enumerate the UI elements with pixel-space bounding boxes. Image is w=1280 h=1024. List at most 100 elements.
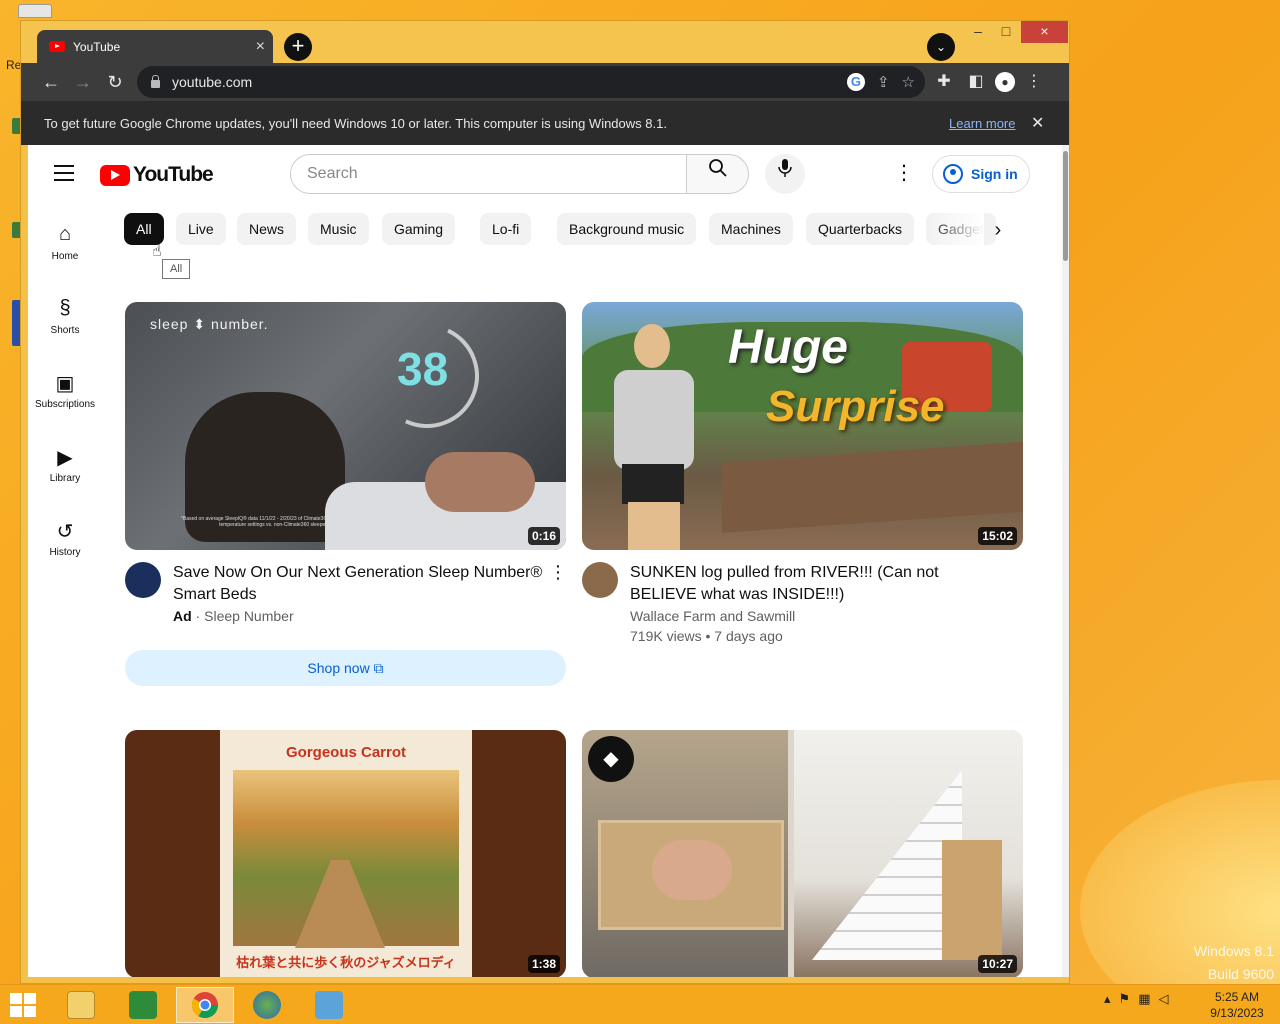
- infobar-close-icon[interactable]: ✕: [1031, 113, 1044, 133]
- scrollbar-thumb[interactable]: [1063, 151, 1068, 261]
- start-button[interactable]: [10, 993, 38, 1019]
- guide-label: Subscriptions: [34, 399, 96, 410]
- taskbar: ▴ ⚑ ▦ ◁ 5:25 AM 9/13/2023: [0, 984, 1280, 1024]
- video-thumbnail[interactable]: Gorgeous Carrot 枯れ葉と共に歩く秋のジャズメロディ 1:38: [125, 730, 566, 977]
- page-scrollbar[interactable]: [1062, 145, 1069, 977]
- browser-toolbar: ← → ↻ youtube.com G ⇪ ☆ ✚ ◧ ● ⋮: [21, 63, 1069, 101]
- video-thumbnail[interactable]: Huge Surprise 15:02: [582, 302, 1023, 550]
- chip-lofi[interactable]: Lo-fi: [480, 213, 532, 245]
- video-thumbnail[interactable]: sleep ⬍ number. 38 *Based on average Sle…: [125, 302, 566, 550]
- side-panel-icon[interactable]: ◧: [963, 66, 989, 98]
- google-lens-icon[interactable]: G: [846, 73, 865, 91]
- video-card: Gorgeous Carrot 枯れ葉と共に歩く秋のジャズメロディ 1:38: [125, 730, 566, 977]
- video-thumbnail[interactable]: ◆ 10:27: [582, 730, 1023, 977]
- tab-title: YouTube: [73, 39, 121, 54]
- channel-avatar[interactable]: [125, 562, 161, 598]
- action-center-flag-icon[interactable]: ⚑: [1119, 991, 1131, 1007]
- guide-item-shorts[interactable]: § Shorts: [28, 283, 102, 357]
- search-input[interactable]: Search: [290, 154, 687, 194]
- guide-label: Shorts: [50, 325, 80, 336]
- url-text[interactable]: youtube.com: [172, 74, 252, 90]
- masthead: YouTube Search ⋮ Sign in: [28, 145, 1062, 201]
- network-app-button[interactable]: [238, 987, 296, 1023]
- mini-guide: ⌂ Home § Shorts ▣ Subscriptions ▶ Librar…: [28, 209, 102, 579]
- network-icon[interactable]: ▦: [1138, 991, 1150, 1007]
- chip-news[interactable]: News: [237, 213, 297, 245]
- download-app-button[interactable]: [300, 987, 358, 1023]
- chip-quarterbacks[interactable]: Quarterbacks: [806, 213, 915, 245]
- video-meta: Save Now On Our Next Generation Sleep Nu…: [125, 550, 567, 686]
- bookmark-star-icon[interactable]: ☆: [902, 73, 915, 91]
- reload-icon[interactable]: ↻: [99, 66, 131, 98]
- show-hidden-icons-icon[interactable]: ▴: [1104, 991, 1111, 1007]
- search-icon: [708, 159, 727, 177]
- tab-search-button[interactable]: ⌄: [927, 33, 955, 61]
- browser-tab[interactable]: YouTube ×: [37, 30, 273, 63]
- chip-gaming[interactable]: Gaming: [382, 213, 456, 245]
- guide-item-home[interactable]: ⌂ Home: [28, 209, 102, 283]
- video-duration: 0:16: [527, 527, 560, 545]
- taskbar-clock[interactable]: 5:25 AM 9/13/2023: [1206, 989, 1268, 1021]
- recycle-bin-icon[interactable]: [18, 4, 52, 18]
- file-explorer-button[interactable]: [52, 987, 110, 1023]
- chip-tooltip: All: [162, 259, 191, 279]
- share-icon[interactable]: ⇪: [877, 73, 890, 91]
- chip-fade: [928, 211, 984, 249]
- guide-menu-icon[interactable]: [54, 165, 74, 186]
- video-card: ◆ 10:27: [582, 730, 1023, 977]
- channel-avatar[interactable]: [582, 562, 618, 598]
- search-button[interactable]: [686, 154, 749, 194]
- chip-bar: All Live News Music Gaming Lo-fi Backgro…: [124, 213, 1024, 247]
- guide-label: History: [49, 547, 81, 558]
- profile-avatar-icon[interactable]: ●: [995, 72, 1015, 92]
- chevron-right-icon[interactable]: ›: [982, 215, 1014, 247]
- channel-name[interactable]: Sleep Number: [204, 608, 294, 624]
- youtube-logo[interactable]: YouTube: [100, 163, 214, 187]
- thumbnail-caption: Surprise: [766, 382, 945, 431]
- tab-close-icon[interactable]: ×: [256, 38, 265, 56]
- youtube-play-icon: [100, 164, 130, 186]
- video-title[interactable]: Save Now On Our Next Generation Sleep Nu…: [173, 562, 543, 606]
- ad-channel-line[interactable]: Ad · Sleep Number: [173, 608, 294, 624]
- video-meta: SUNKEN log pulled from RIVER!!! (Can not…: [582, 550, 1023, 644]
- extensions-puzzle-icon[interactable]: ✚: [931, 66, 957, 98]
- volume-muted-icon[interactable]: ◁: [1158, 991, 1168, 1007]
- back-arrow-icon[interactable]: ←: [35, 66, 67, 98]
- voice-search-button[interactable]: [765, 154, 805, 194]
- store-button[interactable]: [114, 987, 172, 1023]
- guide-item-history[interactable]: ↺ History: [28, 505, 102, 579]
- guide-item-library[interactable]: ▶ Library: [28, 431, 102, 505]
- chip-music[interactable]: Music: [308, 213, 369, 245]
- more-actions-icon[interactable]: ⋮: [549, 562, 567, 583]
- infobar-message: To get future Google Chrome updates, you…: [44, 115, 667, 131]
- chip-live[interactable]: Live: [176, 213, 226, 245]
- learn-more-link[interactable]: Learn more: [949, 116, 1015, 131]
- thumbnail-caption: Huge: [728, 321, 848, 374]
- video-duration: 10:27: [978, 955, 1017, 973]
- chrome-taskbar-button[interactable]: [176, 987, 234, 1023]
- chrome-menu-icon[interactable]: ⋮: [1021, 66, 1047, 98]
- hand-cursor-icon: ☝: [152, 243, 162, 260]
- sign-in-button[interactable]: Sign in: [932, 155, 1030, 193]
- guide-item-subscriptions[interactable]: ▣ Subscriptions: [28, 357, 102, 431]
- account-circle-icon: [943, 164, 963, 184]
- thumbnail-brand: sleep ⬍ number.: [150, 316, 269, 332]
- video-duration: 1:38: [527, 955, 560, 973]
- maximize-button[interactable]: □: [991, 21, 1021, 43]
- chip-background-music[interactable]: Background music: [557, 213, 697, 245]
- settings-menu-icon[interactable]: ⋮: [894, 163, 914, 187]
- lock-icon[interactable]: [151, 74, 160, 88]
- ad-badge: Ad: [173, 608, 192, 624]
- minimize-button[interactable]: –: [963, 21, 993, 43]
- library-icon: ▶: [57, 447, 73, 469]
- new-tab-button[interactable]: +: [284, 33, 312, 61]
- video-title[interactable]: SUNKEN log pulled from RIVER!!! (Can not…: [630, 562, 1000, 606]
- forward-arrow-icon[interactable]: →: [67, 66, 99, 98]
- video-card-ad: sleep ⬍ number. 38 *Based on average Sle…: [125, 302, 567, 686]
- chip-machines[interactable]: Machines: [709, 213, 793, 245]
- channel-name[interactable]: Wallace Farm and Sawmill: [630, 608, 795, 624]
- close-window-button[interactable]: ×: [1021, 21, 1068, 43]
- clock-date: 9/13/2023: [1210, 1006, 1264, 1020]
- address-bar[interactable]: youtube.com G ⇪ ☆: [137, 66, 925, 98]
- shop-now-button[interactable]: Shop now ⧉: [125, 650, 566, 686]
